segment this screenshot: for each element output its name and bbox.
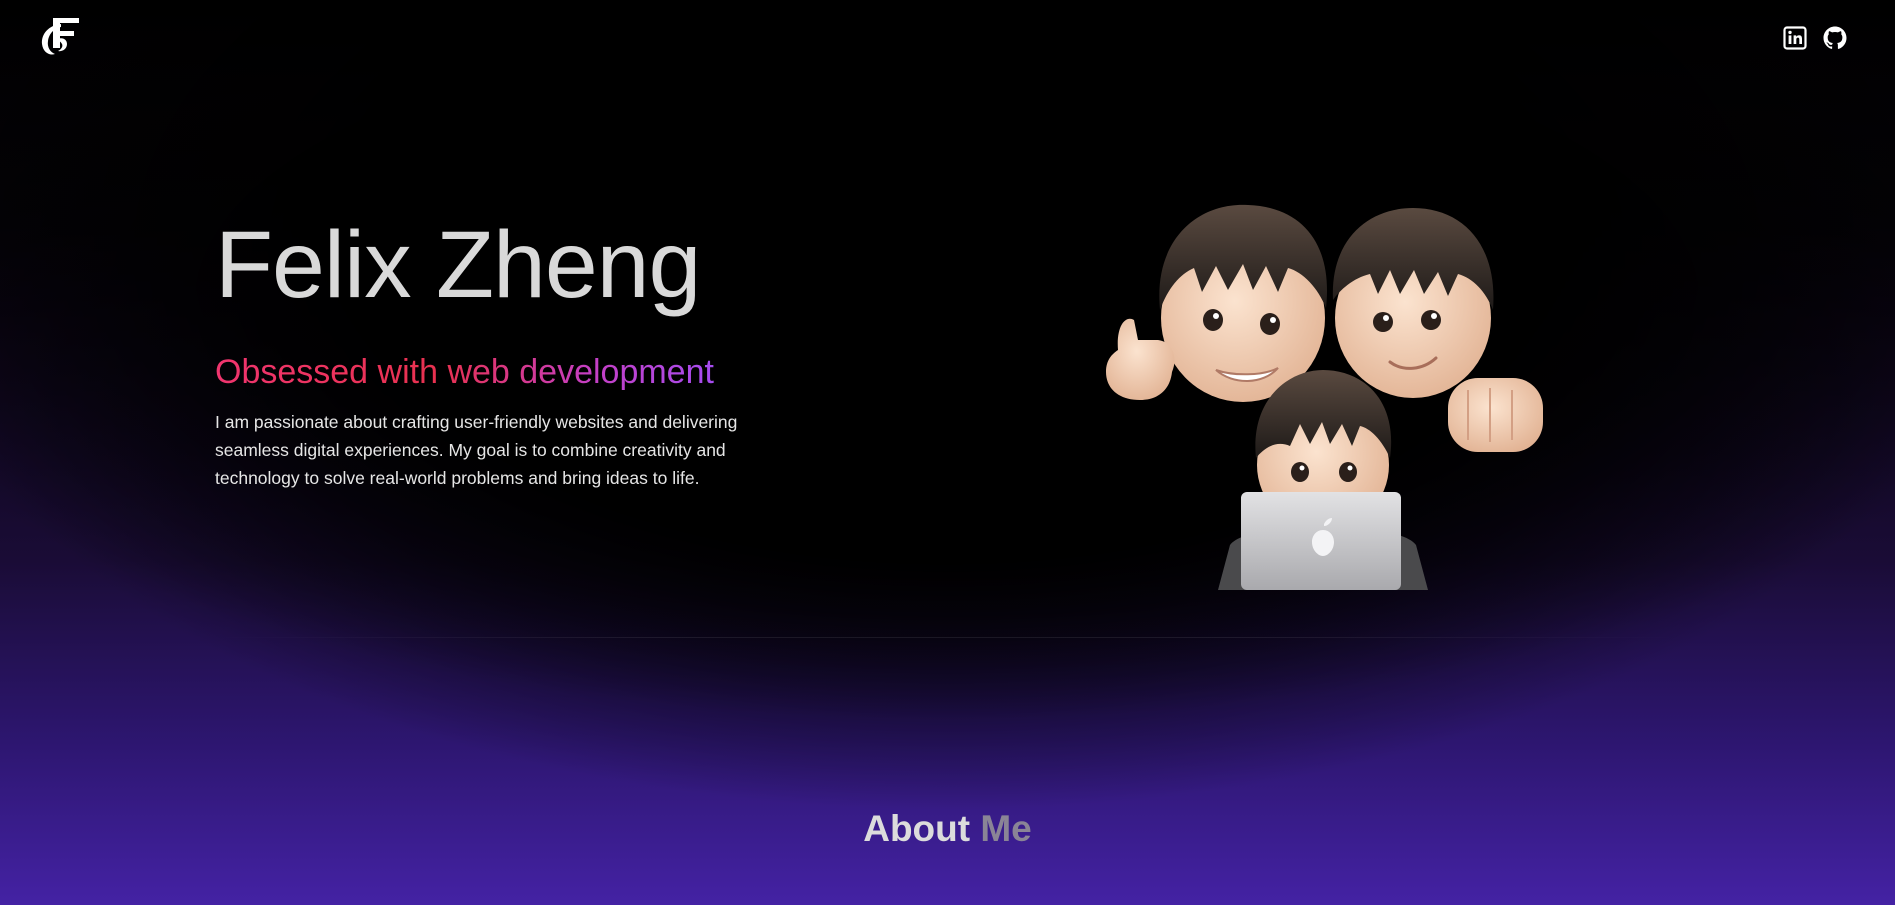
hero-bio: I am passionate about crafting user-frie…: [215, 412, 738, 488]
about-me-heading: About Me: [0, 806, 1895, 852]
thumbs-up-memoji: [1106, 204, 1328, 402]
linkedin-icon: [1783, 26, 1807, 50]
home-logo-link[interactable]: [38, 14, 84, 60]
linkedin-link[interactable]: [1783, 26, 1807, 50]
social-links: [1783, 26, 1847, 50]
memoji-group-illustration: [1098, 200, 1548, 590]
about-heading-second-word: Me: [980, 807, 1032, 849]
laptop-memoji: [1218, 370, 1428, 590]
f-monogram-logo-icon: [41, 18, 79, 55]
hero-section: Felix Zheng Obsessed with web developmen…: [215, 212, 775, 492]
about-heading-first-word: About: [863, 807, 971, 849]
hero-tagline: Obsessed with web development: [215, 353, 714, 391]
github-link[interactable]: [1823, 26, 1847, 50]
section-divider: [215, 637, 1680, 638]
portfolio-page: Felix Zheng Obsessed with web developmen…: [0, 0, 1895, 905]
hero-name: Felix Zheng: [215, 212, 701, 318]
github-icon: [1823, 26, 1847, 49]
